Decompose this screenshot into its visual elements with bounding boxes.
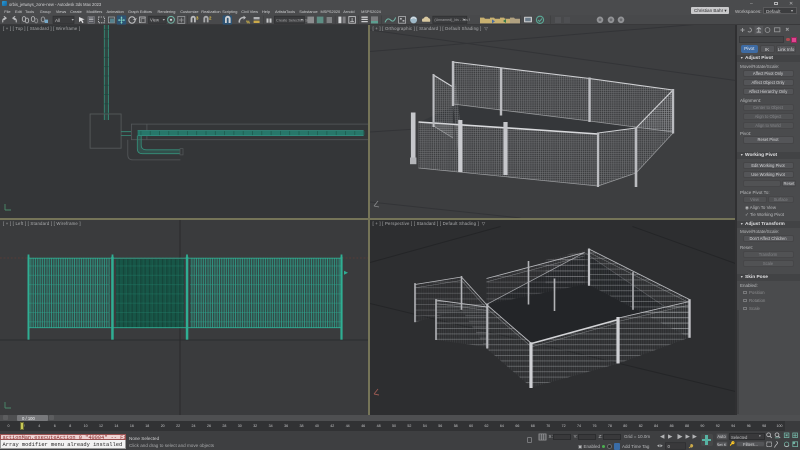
- svg-text:%: %: [246, 19, 250, 24]
- svg-text:(Unnamed)_bis - 3ds Max: (Unnamed)_bis - 3ds Max: [434, 18, 470, 22]
- svg-text:View: View: [150, 17, 160, 22]
- svg-text:All: All: [55, 17, 60, 22]
- svg-text:2: 2: [209, 15, 212, 20]
- svg-text:3: 3: [196, 15, 199, 20]
- svg-text:Create Selection Set: Create Selection Set: [276, 18, 312, 22]
- svg-text:▮▮: ▮▮: [266, 18, 272, 24]
